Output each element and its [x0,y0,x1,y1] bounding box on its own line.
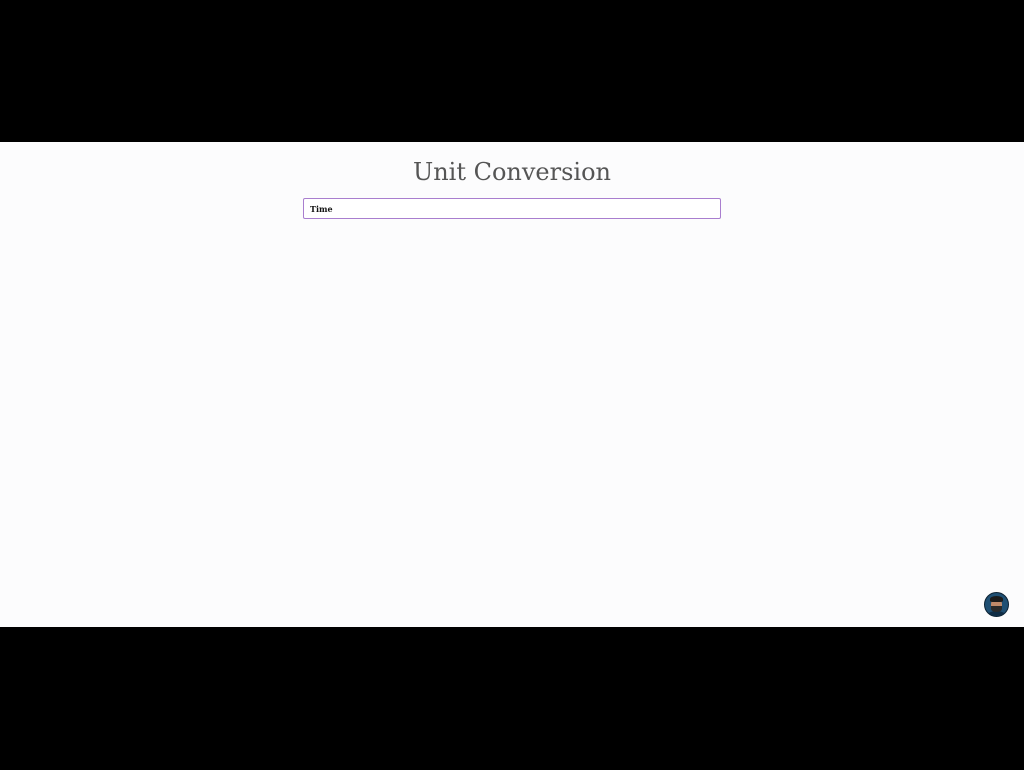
user-avatar-icon[interactable] [984,592,1009,617]
selected-category-label: Time [310,203,333,214]
avatar-beard-shape [991,606,1002,612]
page-title: Unit Conversion [412,158,612,186]
unit-category-select[interactable]: Time [303,198,721,219]
avatar-hair-shape [990,596,1003,602]
screen-frame: Unit Conversion Time [0,0,1024,770]
